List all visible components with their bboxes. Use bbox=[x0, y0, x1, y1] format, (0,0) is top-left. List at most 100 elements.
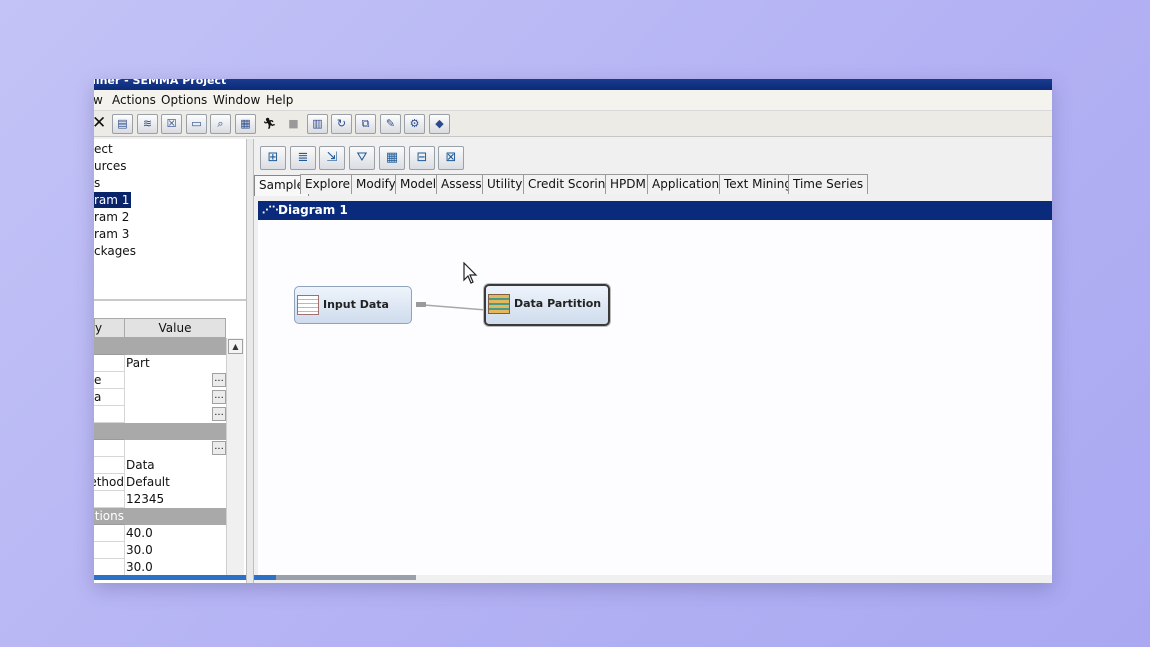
scroll-up-icon[interactable]: ▲ bbox=[228, 339, 243, 354]
data-partition-node-icon[interactable]: ≣ bbox=[290, 146, 316, 170]
node-input-data[interactable]: Input Data bbox=[294, 286, 412, 324]
ellipsis-button[interactable]: ... bbox=[212, 373, 226, 387]
tab-explore[interactable]: Explore bbox=[300, 174, 356, 194]
ellipsis-button[interactable]: ... bbox=[212, 441, 226, 455]
tab-modify[interactable]: Modify bbox=[351, 174, 401, 194]
tab-text-mining[interactable]: Text Mining bbox=[719, 174, 797, 194]
property-value[interactable]: ... bbox=[124, 372, 226, 389]
node-connection-arrow[interactable] bbox=[423, 304, 487, 311]
tree-item-diagram-1[interactable]: ram 1 bbox=[94, 192, 132, 208]
property-row[interactable]: a ... bbox=[94, 389, 226, 406]
tab-credit-scoring[interactable]: Credit Scoring bbox=[523, 174, 618, 194]
tree-item-project[interactable]: ect bbox=[94, 141, 115, 157]
property-row[interactable]: ethod Default bbox=[94, 474, 226, 491]
node-label: Input Data bbox=[323, 298, 389, 311]
node-toolbar: ⊞ ≣ ⇲ ⛛ ▦ ⊟ ⊠ Sample Explore Modify Mode… bbox=[254, 139, 1052, 198]
property-value[interactable]: ... bbox=[124, 406, 226, 423]
property-value bbox=[124, 338, 226, 355]
property-value[interactable]: ... bbox=[124, 440, 226, 457]
property-value[interactable]: Default bbox=[124, 474, 226, 491]
tab-utility[interactable]: Utility bbox=[482, 174, 528, 194]
stop-icon[interactable]: ■ bbox=[283, 114, 304, 134]
diagram-canvas[interactable]: Input Data Data Partition bbox=[258, 220, 1052, 575]
search-icon[interactable]: ⌕ bbox=[210, 114, 231, 134]
results-icon[interactable]: ▥ bbox=[307, 114, 328, 134]
folder-icon[interactable]: ▦ bbox=[235, 114, 256, 134]
property-value[interactable]: Data bbox=[124, 457, 226, 474]
tree-item-model-packages[interactable]: ckages bbox=[94, 243, 138, 259]
file-import-node-icon[interactable]: ⇲ bbox=[319, 146, 345, 170]
property-value[interactable]: 40.0 bbox=[124, 525, 226, 542]
input-data-icon bbox=[297, 295, 319, 315]
menu-actions[interactable]: Actions bbox=[112, 93, 156, 107]
filter-node-icon[interactable]: ⛛ bbox=[349, 146, 375, 170]
book-icon[interactable]: ◆ bbox=[429, 114, 450, 134]
explore-icon[interactable]: ⚙ bbox=[404, 114, 425, 134]
property-row[interactable]: 30.0 bbox=[94, 542, 226, 559]
left-panel: ect urces s ram 1 ram 2 ram 3 ckages y V… bbox=[94, 139, 246, 583]
ellipsis-button[interactable]: ... bbox=[212, 407, 226, 421]
output-port[interactable] bbox=[416, 302, 426, 307]
run-icon[interactable]: 🏃︎ bbox=[259, 114, 280, 134]
property-value bbox=[124, 423, 226, 440]
tab-assess[interactable]: Assess bbox=[436, 174, 487, 194]
tree-item-diagram-3[interactable]: ram 3 bbox=[94, 226, 131, 242]
properties-scrollbar[interactable]: ▲ bbox=[226, 338, 244, 580]
property-row[interactable]: Data bbox=[94, 457, 226, 474]
mouse-cursor-icon bbox=[463, 262, 478, 284]
property-value[interactable]: 30.0 bbox=[124, 542, 226, 559]
property-name: a bbox=[94, 390, 102, 404]
sql-icon[interactable]: ≋ bbox=[137, 114, 158, 134]
property-row[interactable]: ... bbox=[94, 406, 226, 423]
panel-splitter[interactable] bbox=[246, 139, 254, 583]
property-name: ethod bbox=[94, 475, 124, 489]
connection-layer bbox=[416, 302, 494, 314]
property-name bbox=[94, 457, 124, 474]
horizontal-scrollbar-track[interactable] bbox=[276, 575, 416, 580]
sample-node-icon[interactable]: ⊠ bbox=[438, 146, 464, 170]
property-row[interactable]: Part bbox=[94, 355, 226, 372]
project-tree: ect urces s ram 1 ram 2 ram 3 ckages bbox=[94, 139, 246, 301]
property-column-header[interactable]: y bbox=[94, 318, 125, 338]
property-value[interactable]: 30.0 bbox=[124, 559, 226, 576]
property-name bbox=[94, 525, 124, 542]
tree-item-diagram-2[interactable]: ram 2 bbox=[94, 209, 131, 225]
value-column-header[interactable]: Value bbox=[124, 318, 226, 338]
tab-model[interactable]: Model bbox=[395, 174, 442, 194]
menu-options[interactable]: Options bbox=[161, 93, 207, 107]
close-icon[interactable]: ✕ bbox=[94, 113, 106, 133]
properties-icon[interactable]: ▤ bbox=[112, 114, 133, 134]
property-value[interactable]: 12345 bbox=[124, 491, 226, 508]
property-value[interactable]: ... bbox=[124, 389, 226, 406]
diagram-title: Diagram 1 bbox=[278, 203, 348, 217]
input-data-node-icon[interactable]: ▦ bbox=[379, 146, 405, 170]
property-row[interactable]: 40.0 bbox=[94, 525, 226, 542]
property-row[interactable]: e ... bbox=[94, 372, 226, 389]
menu-help[interactable]: Help bbox=[266, 93, 293, 107]
model-manager-icon[interactable]: ✎ bbox=[380, 114, 401, 134]
data-partition-icon bbox=[488, 294, 510, 314]
property-name: e bbox=[94, 373, 102, 387]
tab-time-series[interactable]: Time Series bbox=[788, 174, 869, 194]
copy-diagram-icon[interactable]: ⧉ bbox=[355, 114, 376, 134]
tab-applications[interactable]: Applications bbox=[647, 174, 731, 194]
property-group-row bbox=[94, 338, 226, 355]
tab-hpdm[interactable]: HPDM bbox=[605, 174, 651, 194]
node-data-partition[interactable]: Data Partition bbox=[484, 284, 610, 326]
tree-item-data-sources[interactable]: urces bbox=[94, 158, 129, 174]
append-node-icon[interactable]: ⊞ bbox=[260, 146, 286, 170]
property-row[interactable]: 12345 bbox=[94, 491, 226, 508]
property-group-row: ations bbox=[94, 508, 226, 525]
menu-view[interactable]: w bbox=[94, 93, 103, 107]
tree-item-diagrams[interactable]: s bbox=[94, 175, 102, 191]
notes-icon[interactable]: ▭ bbox=[186, 114, 207, 134]
merge-node-icon[interactable]: ⊟ bbox=[409, 146, 435, 170]
ellipsis-button[interactable]: ... bbox=[212, 390, 226, 404]
refresh-icon[interactable]: ↻ bbox=[331, 114, 352, 134]
property-value[interactable]: Part bbox=[124, 355, 226, 372]
variables-icon[interactable]: ☒ bbox=[161, 114, 182, 134]
property-row[interactable]: 30.0 bbox=[94, 559, 226, 576]
property-row[interactable]: ... bbox=[94, 440, 226, 457]
diagram-header: ⋰⋱ Diagram 1 bbox=[258, 201, 1052, 220]
menu-window[interactable]: Window bbox=[213, 93, 260, 107]
